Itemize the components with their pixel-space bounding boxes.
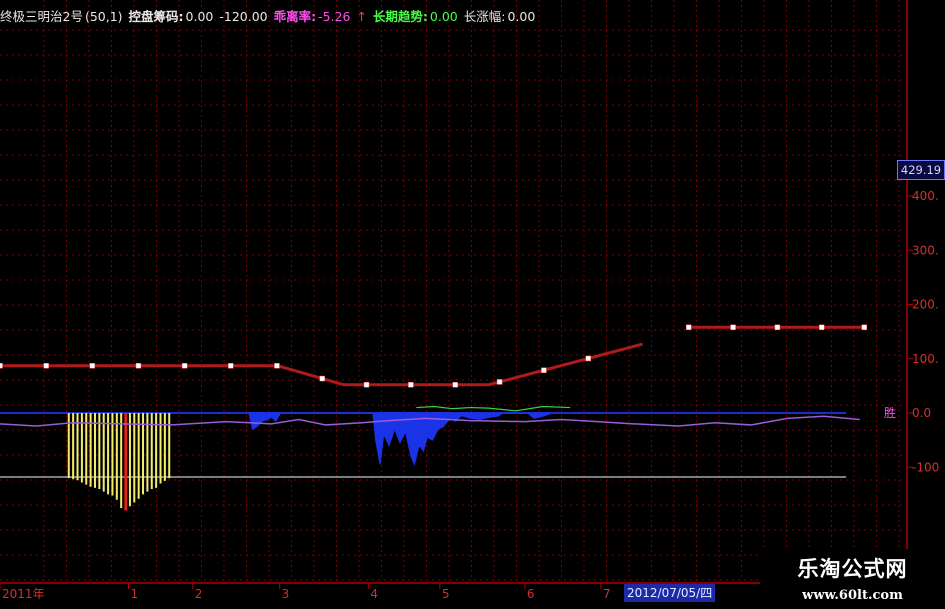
trend-value: 0.00: [429, 9, 458, 24]
trend-marker: [730, 324, 736, 331]
deviation-label: 乖离率:: [273, 9, 317, 24]
trend-marker: [496, 379, 503, 385]
y-tick-label: 100.: [912, 352, 939, 366]
watermark: 乐淘公式网 www.60lt.com: [760, 549, 945, 609]
trend-marker: [541, 367, 547, 373]
x-tick-label: 7: [603, 587, 611, 601]
y-tick-label: -100: [912, 460, 939, 474]
trend-marker: [818, 324, 825, 331]
neg-value: -120.00: [219, 9, 268, 24]
current-value-box: 429.19: [897, 160, 945, 180]
green-line: [416, 405, 571, 412]
trend-marker: [452, 382, 458, 388]
x-tick-label: 6: [527, 587, 535, 601]
control-label: 控盘筹码:: [128, 9, 184, 24]
trend-marker: [319, 375, 325, 382]
trend-marker: [274, 363, 280, 369]
trend-marker: [685, 324, 692, 331]
x-tick-label: 4: [370, 587, 378, 601]
x-tick-label: 2011年: [2, 587, 45, 601]
trend-marker: [408, 382, 414, 388]
y-tick-label: 400.: [912, 189, 939, 203]
up-arrow-icon: ↑: [356, 9, 367, 24]
trend-marker: [43, 363, 49, 369]
range-label: 长涨幅:: [463, 9, 506, 24]
watermark-title: 乐淘公式网: [797, 556, 908, 581]
trend-label: 长期趋势:: [372, 9, 428, 24]
x-tick-label: 1: [131, 587, 139, 601]
trend-marker: [861, 324, 868, 331]
range-value: 0.00: [507, 9, 536, 24]
indicator-chart: 400.300.200.100.0.0-1002011年12345673胜: [0, 0, 945, 601]
trend-marker: [0, 363, 3, 369]
trend-marker: [774, 324, 781, 331]
win-marker: 胜: [884, 405, 896, 420]
x-tick-label: 2: [195, 587, 203, 601]
watermark-url: www.60lt.com: [802, 588, 903, 603]
trend-marker: [135, 363, 142, 369]
trend-marker: [228, 363, 234, 369]
x-tick-label: 3: [282, 587, 290, 601]
y-tick-label: 200.: [912, 298, 939, 312]
indicator-name[interactable]: 终极三明治2号: [0, 9, 83, 24]
control-value: 0.00: [185, 9, 214, 24]
chart-window: 400.300.200.100.0.0-1002011年12345673胜 终极…: [0, 0, 945, 609]
deviation-value: -5.26: [318, 9, 351, 24]
date-highlight[interactable]: 2012/07/05/四: [624, 584, 716, 602]
x-tick-label: 5: [442, 587, 450, 601]
indicator-params: (50,1): [84, 9, 123, 24]
trend-marker: [585, 355, 591, 362]
trend-marker: [181, 363, 188, 369]
y-tick-label: 300.: [912, 243, 939, 257]
indicator-header: 终极三明治2号 (50,1) 控盘筹码: 0.00 -120.00 乖离率: -5.2…: [0, 6, 537, 26]
y-tick-label: 0.0: [912, 406, 931, 420]
trend-marker: [363, 382, 370, 388]
trend-marker: [89, 363, 96, 369]
